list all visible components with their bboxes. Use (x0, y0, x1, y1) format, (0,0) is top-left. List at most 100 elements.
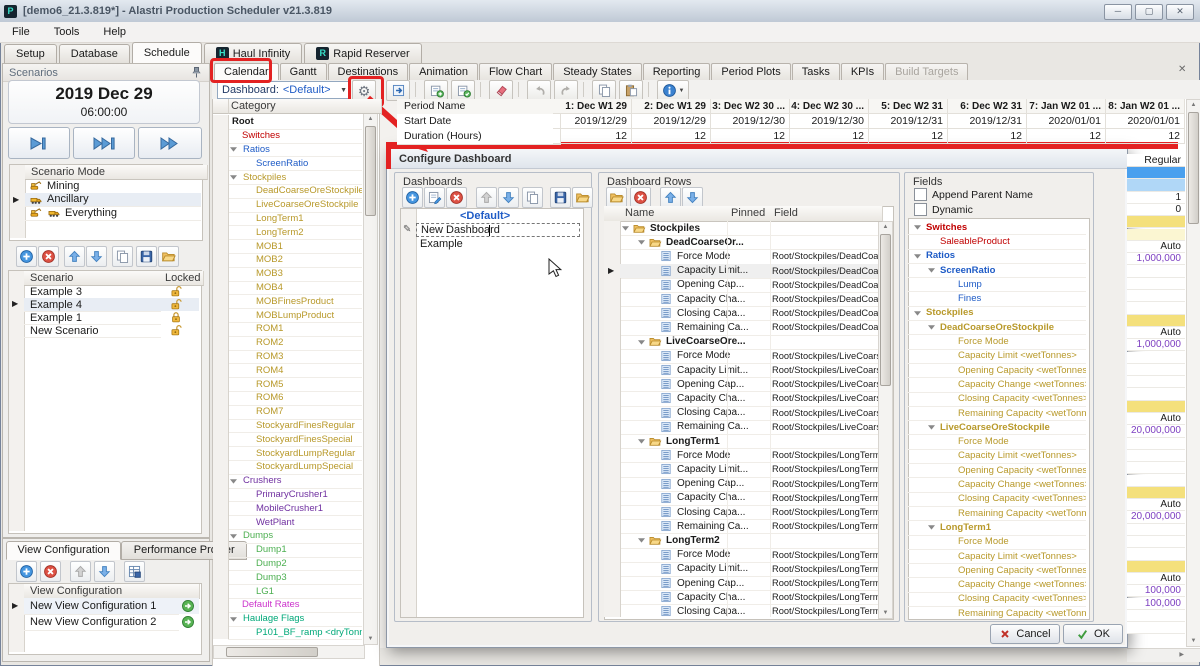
view-config-move-up-button[interactable] (70, 561, 91, 582)
category-hscrollbar[interactable] (213, 645, 365, 659)
fields-tree-item[interactable]: SaleableProduct (908, 234, 1086, 249)
dashboard-combo[interactable]: Dashboard: <Default> ▼ (217, 81, 351, 99)
fields-tree-item[interactable]: Capacity Limit <wetTonnes> (908, 549, 1086, 564)
fields-tree-item[interactable]: LongTerm1 (908, 520, 1086, 535)
scrollbar-thumb[interactable] (1188, 112, 1199, 224)
subtab-flow-chart[interactable]: Flow Chart (479, 63, 552, 80)
dashboard-item[interactable]: Example (416, 237, 580, 251)
subtab-reporting[interactable]: Reporting (643, 63, 711, 80)
fields-tree-item[interactable]: Capacity Limit <wetTonnes> (908, 449, 1086, 464)
fast-forward-to-button[interactable] (73, 127, 135, 159)
category-item[interactable]: StockyardLumpRegular (228, 446, 362, 461)
category-item[interactable]: Default Rates (228, 598, 362, 613)
fields-tree-item[interactable]: Force Mode (908, 334, 1086, 349)
fields-tree-item[interactable]: Capacity Change <wetTonnes> (908, 578, 1086, 593)
category-item[interactable]: ROM5 (228, 377, 362, 392)
fields-tree-item[interactable]: Capacity Limit <wetTonnes> (908, 349, 1086, 364)
category-item[interactable]: Crushers (228, 474, 362, 489)
category-item[interactable]: Switches (228, 129, 362, 144)
category-item[interactable]: ScreenRatio (228, 156, 362, 171)
dashboard-save-button[interactable] (550, 187, 571, 208)
category-item[interactable]: LongTerm2 (228, 225, 362, 240)
maximize-button[interactable]: ▢ (1135, 4, 1163, 20)
category-item[interactable]: MOBLumpProduct (228, 308, 362, 323)
fields-tree-item[interactable]: Capacity Change <wetTonnes> (908, 477, 1086, 492)
fields-tree-item[interactable]: Force Mode (908, 535, 1086, 550)
fields-tree-item[interactable]: Fines (908, 292, 1086, 307)
toolbar-eraser-button[interactable] (489, 80, 513, 101)
dashboard-edit-item-button[interactable] (424, 187, 445, 208)
category-item[interactable]: StockyardLumpSpecial (228, 460, 362, 475)
fast-forward-button[interactable] (138, 127, 202, 159)
view-config-delete-button[interactable] (40, 561, 61, 582)
category-item[interactable]: LiveCoarseOreStockpile (228, 198, 362, 213)
toolbar-export-button[interactable] (386, 80, 410, 101)
toolbar-copy-button[interactable] (592, 80, 616, 101)
fields-tree-item[interactable]: Closing Capacity <wetTonnes> (908, 592, 1086, 607)
toolbar-redo-button[interactable] (554, 80, 578, 101)
unlock-icon[interactable] (169, 324, 185, 337)
period-column-header[interactable]: 6: Dec W2 31 T... (948, 99, 1027, 114)
fields-tree-item[interactable]: Remaining Capacity <wetTonnes> (908, 506, 1086, 521)
toolbar-undo-button[interactable] (527, 80, 551, 101)
period-column-header[interactable]: 3: Dec W2 30 ... (711, 99, 790, 114)
category-item[interactable]: MOB3 (228, 267, 362, 282)
period-column-header[interactable]: 7: Jan W2 01 ... (1027, 99, 1106, 114)
step-forward-button[interactable] (8, 127, 70, 159)
category-item[interactable]: LongTerm1 (228, 212, 362, 227)
pin-icon[interactable] (192, 67, 201, 78)
ok-button[interactable]: OK (1063, 624, 1123, 644)
category-item[interactable]: WetPlant (228, 515, 362, 530)
close-button[interactable]: ✕ (1166, 4, 1194, 20)
dashboard-rows-delete-button[interactable] (630, 187, 651, 208)
scenario-row[interactable]: New Scenario (24, 324, 161, 338)
category-item[interactable]: PrimaryCrusher1 (228, 488, 362, 503)
dashboard-row-item[interactable]: LongTerm1 (620, 434, 878, 449)
fields-tree-item[interactable]: LiveCoarseOreStockpile (908, 420, 1086, 435)
dynamic-checkbox[interactable]: Dynamic (914, 203, 1084, 216)
tab-rapid-reserver[interactable]: RRapid Reserver (304, 43, 421, 63)
toolbar-info-button[interactable]: ▼ (657, 80, 689, 101)
category-item[interactable]: ROM4 (228, 363, 362, 378)
category-item[interactable]: P101_BF_ramp <dryTonnes> (228, 626, 362, 641)
scenario-mode-row[interactable]: Everything (25, 206, 201, 221)
dashboard-rows-move-up-button[interactable] (660, 187, 681, 208)
dashboard-rows-open-button[interactable] (606, 187, 627, 208)
category-item[interactable]: MOB4 (228, 281, 362, 296)
fields-tree-item[interactable]: ScreenRatio (908, 263, 1086, 278)
close-tab-icon[interactable]: ✕ (1178, 64, 1186, 75)
period-column-header[interactable]: 8: Jan W2 01 ... (1106, 99, 1185, 114)
fields-tree-item[interactable]: Stockpiles (908, 306, 1086, 321)
scenario-delete-button[interactable] (38, 246, 59, 267)
menu-item-help[interactable]: Help (91, 23, 138, 41)
period-column-header[interactable]: 4: Dec W2 30 ... (790, 99, 869, 114)
category-item[interactable]: LG1 (228, 584, 362, 599)
category-item[interactable]: Ratios (228, 143, 362, 158)
rows-grid-header-name[interactable]: Name (620, 206, 733, 222)
fields-tree-item[interactable]: Closing Capacity <wetTonnes> (908, 392, 1086, 407)
dashboard-delete-button[interactable] (446, 187, 467, 208)
fields-tree-item[interactable]: Remaining Capacity <wetTonnes> (908, 406, 1086, 421)
lock-icon[interactable] (169, 311, 185, 324)
dashboard-row-item[interactable]: DeadCoarseOr... (620, 235, 878, 250)
subtab-kpis[interactable]: KPIs (841, 63, 884, 80)
category-item[interactable]: DeadCoarseOreStockpile (228, 184, 362, 199)
category-item[interactable]: StockyardFinesSpecial (228, 432, 362, 447)
toolbar-snapshot-add-button[interactable] (424, 80, 448, 101)
scenario-open-button[interactable] (158, 246, 179, 267)
dashboard-rows-scrollbar[interactable]: ▲ ▼ (878, 221, 893, 619)
rows-grid-header-pinned[interactable]: Pinned (727, 206, 775, 222)
dashboard-add-button[interactable] (402, 187, 423, 208)
toolbar-snapshot-check-button[interactable] (451, 80, 475, 101)
fields-tree-item[interactable]: Force Mode (908, 435, 1086, 450)
category-item[interactable]: MOBFinesProduct (228, 294, 362, 309)
append-parent-name-checkbox[interactable]: Append Parent Name (914, 188, 1084, 201)
fields-tree-item[interactable]: Opening Capacity <wetTonnes> (908, 363, 1086, 378)
unlock-icon[interactable] (169, 298, 185, 311)
go-icon[interactable] (181, 615, 196, 629)
scenario-row[interactable]: Example 1 (24, 311, 161, 325)
category-scrollbar[interactable]: ▲ ▼ (363, 113, 378, 645)
view-config-move-down-button[interactable] (94, 561, 115, 582)
category-item[interactable]: ROM3 (228, 350, 362, 365)
menu-item-file[interactable]: File (0, 23, 42, 41)
